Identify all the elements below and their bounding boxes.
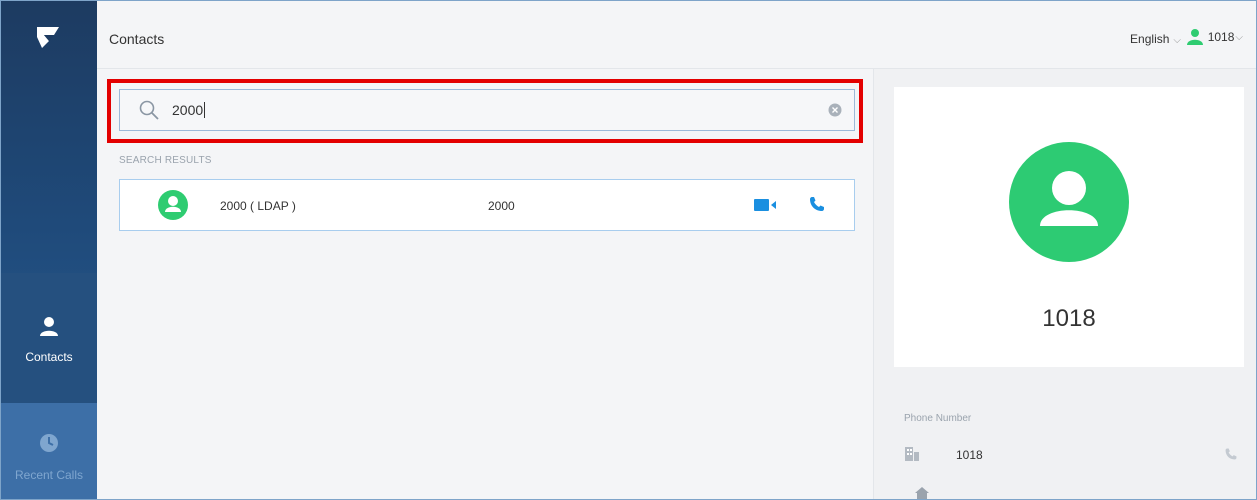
- contact-detail-panel: 1018 Phone Number 1018: [873, 69, 1256, 499]
- building-icon: [905, 447, 919, 461]
- text-cursor: [204, 102, 206, 118]
- avatar: [1009, 142, 1129, 262]
- list-item[interactable]: 2000 ( LDAP ) 2000: [119, 179, 855, 231]
- language-selector[interactable]: English ⌵: [1130, 32, 1181, 46]
- search-icon: [139, 100, 159, 120]
- sidebar-item-recent-calls[interactable]: Recent Calls: [1, 403, 97, 499]
- contact-card: 1018: [894, 87, 1244, 367]
- contact-number: 2000: [488, 199, 515, 213]
- search-value: 2000: [172, 102, 204, 118]
- phone-number-label: Phone Number: [904, 413, 972, 424]
- header: Contacts English ⌵ 1018 ⌵: [97, 1, 1256, 69]
- sidebar-item-contacts[interactable]: Contacts: [1, 273, 97, 403]
- phone-number-value: 1018: [956, 448, 983, 462]
- person-icon: [40, 317, 58, 336]
- home-icon: [915, 487, 929, 499]
- sidebar-item-label: Recent Calls: [14, 468, 84, 482]
- contact-name: 2000 ( LDAP ): [220, 199, 296, 213]
- user-icon: [1186, 29, 1203, 45]
- chevron-down-icon: ⌵: [1235, 31, 1243, 43]
- search-results-label: SEARCH RESULTS: [119, 155, 212, 166]
- clear-search-icon[interactable]: [828, 103, 842, 117]
- phone-call-icon[interactable]: [808, 195, 826, 213]
- clock-icon: [40, 434, 58, 452]
- video-call-icon[interactable]: [754, 197, 778, 213]
- user-label: 1018: [1207, 30, 1235, 44]
- person-icon: [1040, 171, 1098, 226]
- search-input[interactable]: 2000: [119, 89, 855, 131]
- sidebar: Contacts Recent Calls: [1, 1, 97, 499]
- person-icon: [165, 196, 181, 212]
- user-menu[interactable]: 1018 ⌵: [1186, 28, 1243, 46]
- avatar: [158, 190, 188, 220]
- page-title: Contacts: [109, 31, 165, 47]
- sidebar-item-label: Contacts: [25, 350, 73, 364]
- language-label: English: [1130, 32, 1170, 46]
- contact-card-name: 1018: [1042, 305, 1096, 332]
- grandstream-logo-icon[interactable]: [34, 23, 62, 51]
- phone-number-row[interactable]: 1018: [904, 445, 1244, 465]
- phone-call-icon[interactable]: [1224, 447, 1238, 461]
- contacts-main-panel: 2000 SEARCH RESULTS 2000 ( LDAP ) 2000: [97, 69, 873, 499]
- app-window: Contacts Recent Calls Contacts English ⌵ …: [0, 0, 1257, 500]
- chevron-down-icon: ⌵: [1173, 35, 1181, 46]
